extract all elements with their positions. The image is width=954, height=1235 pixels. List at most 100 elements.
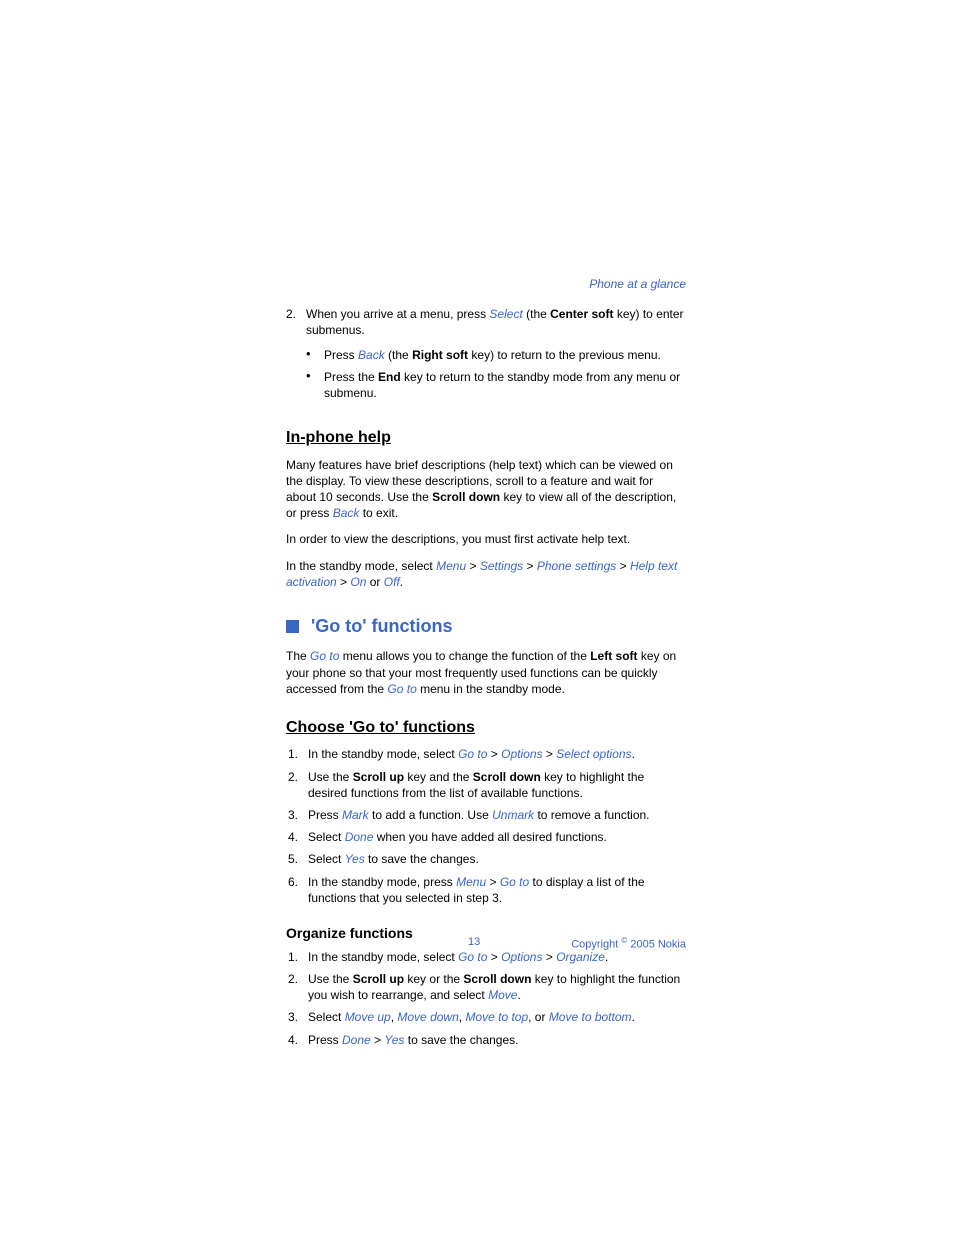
text: (the bbox=[385, 348, 412, 362]
list-item: 4. Select Done when you have added all d… bbox=[288, 829, 686, 845]
link-move-down[interactable]: Move down bbox=[397, 1010, 458, 1024]
link-go-to[interactable]: Go to bbox=[387, 682, 416, 696]
section-header-link[interactable]: Phone at a glance bbox=[286, 276, 686, 292]
text: or bbox=[366, 575, 383, 589]
list-body: Select Yes to save the changes. bbox=[308, 851, 686, 867]
heading-text: 'Go to' functions bbox=[311, 614, 453, 638]
list-number: 3. bbox=[288, 1009, 308, 1025]
key-left-soft: Left soft bbox=[590, 649, 637, 663]
list-body: Select Move up, Move down, Move to top, … bbox=[308, 1009, 686, 1025]
heading-go-to-functions: 'Go to' functions bbox=[286, 614, 686, 638]
text: Select bbox=[308, 852, 345, 866]
text: When you arrive at a menu, press bbox=[306, 307, 489, 321]
link-done[interactable]: Done bbox=[345, 830, 374, 844]
text: to add a function. Use bbox=[369, 808, 492, 822]
text: In the standby mode, select bbox=[308, 950, 458, 964]
list-number: 1. bbox=[288, 746, 308, 762]
list-number: 2. bbox=[288, 769, 308, 785]
text: to remove a function. bbox=[534, 808, 649, 822]
link-move-to-bottom[interactable]: Move to bottom bbox=[549, 1010, 632, 1024]
link-off[interactable]: Off bbox=[384, 575, 400, 589]
text: key or the bbox=[404, 972, 463, 986]
text: The bbox=[286, 649, 310, 663]
link-yes[interactable]: Yes bbox=[345, 852, 365, 866]
text: to save the changes. bbox=[365, 852, 479, 866]
separator: > bbox=[466, 559, 480, 573]
key-scroll-up: Scroll up bbox=[353, 770, 404, 784]
text: 2005 Nokia bbox=[627, 939, 686, 951]
link-back[interactable]: Back bbox=[358, 348, 385, 362]
key-center-soft: Center soft bbox=[550, 307, 613, 321]
text: Select bbox=[308, 830, 345, 844]
paragraph: The Go to menu allows you to change the … bbox=[286, 648, 686, 697]
list-number: 3. bbox=[288, 807, 308, 823]
text: key and the bbox=[404, 770, 473, 784]
bullet-item: • Press the End key to return to the sta… bbox=[306, 369, 686, 401]
text: to exit. bbox=[359, 506, 398, 520]
text: . bbox=[632, 747, 635, 761]
key-scroll-up: Scroll up bbox=[353, 972, 404, 986]
text: when you have added all desired function… bbox=[373, 830, 607, 844]
separator: > bbox=[337, 575, 351, 589]
list-item: 6. In the standby mode, press Menu > Go … bbox=[288, 874, 686, 906]
link-back[interactable]: Back bbox=[333, 506, 360, 520]
list-item: 2. Use the Scroll up key or the Scroll d… bbox=[288, 971, 686, 1003]
text: menu in the standby mode. bbox=[417, 682, 565, 696]
text: , or bbox=[528, 1010, 549, 1024]
list-body: In the standby mode, press Menu > Go to … bbox=[308, 874, 686, 906]
list-body: Press Done > Yes to save the changes. bbox=[308, 1032, 686, 1048]
copyright-notice: Copyright © 2005 Nokia bbox=[571, 936, 686, 951]
link-menu[interactable]: Menu bbox=[456, 875, 486, 889]
list-number: 2. bbox=[288, 971, 308, 987]
bullet-icon: • bbox=[306, 347, 324, 360]
link-move-to-top[interactable]: Move to top bbox=[465, 1010, 528, 1024]
link-unmark[interactable]: Unmark bbox=[492, 808, 534, 822]
document-page: Phone at a glance 2. When you arrive at … bbox=[0, 0, 954, 1235]
link-move[interactable]: Move bbox=[488, 988, 517, 1002]
separator: > bbox=[616, 559, 630, 573]
separator: > bbox=[491, 950, 501, 964]
link-select[interactable]: Select bbox=[489, 307, 522, 321]
list-body: Use the Scroll up key and the Scroll dow… bbox=[308, 769, 686, 801]
page-number: 13 bbox=[468, 936, 480, 948]
text: Press bbox=[324, 348, 358, 362]
link-go-to[interactable]: Go to bbox=[310, 649, 339, 663]
link-done[interactable]: Done bbox=[342, 1033, 371, 1047]
key-scroll-down: Scroll down bbox=[432, 490, 500, 504]
link-go-to[interactable]: Go to bbox=[458, 747, 487, 761]
text: . bbox=[400, 575, 403, 589]
link-select-options[interactable]: Select options bbox=[556, 747, 631, 761]
bullet-icon: • bbox=[306, 369, 324, 382]
text: menu allows you to change the function o… bbox=[339, 649, 590, 663]
text: (the bbox=[523, 307, 550, 321]
link-settings[interactable]: Settings bbox=[480, 559, 523, 573]
list-number: 1. bbox=[288, 949, 308, 965]
list-number: 4. bbox=[288, 829, 308, 845]
link-options[interactable]: Options bbox=[501, 950, 542, 964]
bullet-body: Press Back (the Right soft key) to retur… bbox=[324, 347, 686, 363]
link-organize[interactable]: Organize bbox=[556, 950, 605, 964]
link-phone-settings[interactable]: Phone settings bbox=[537, 559, 616, 573]
text: Press the bbox=[324, 370, 378, 384]
text: In the standby mode, press bbox=[308, 875, 456, 889]
link-menu[interactable]: Menu bbox=[436, 559, 466, 573]
link-on[interactable]: On bbox=[350, 575, 366, 589]
text: Use the bbox=[308, 770, 353, 784]
separator: > bbox=[486, 875, 500, 889]
list-body: Press Mark to add a function. Use Unmark… bbox=[308, 807, 686, 823]
link-go-to[interactable]: Go to bbox=[500, 875, 529, 889]
link-mark[interactable]: Mark bbox=[342, 808, 369, 822]
separator: > bbox=[542, 950, 556, 964]
link-move-up[interactable]: Move up bbox=[345, 1010, 391, 1024]
text: . bbox=[632, 1010, 635, 1024]
list-item: 4. Press Done > Yes to save the changes. bbox=[288, 1032, 686, 1048]
separator: > bbox=[543, 747, 557, 761]
list-item: 3. Press Mark to add a function. Use Unm… bbox=[288, 807, 686, 823]
link-go-to[interactable]: Go to bbox=[458, 950, 491, 964]
list-body: Select Done when you have added all desi… bbox=[308, 829, 686, 845]
key-end: End bbox=[378, 370, 401, 384]
bullet-item: • Press Back (the Right soft key) to ret… bbox=[306, 347, 686, 363]
list-number: 4. bbox=[288, 1032, 308, 1048]
link-options[interactable]: Options bbox=[501, 747, 542, 761]
link-yes[interactable]: Yes bbox=[384, 1033, 404, 1047]
